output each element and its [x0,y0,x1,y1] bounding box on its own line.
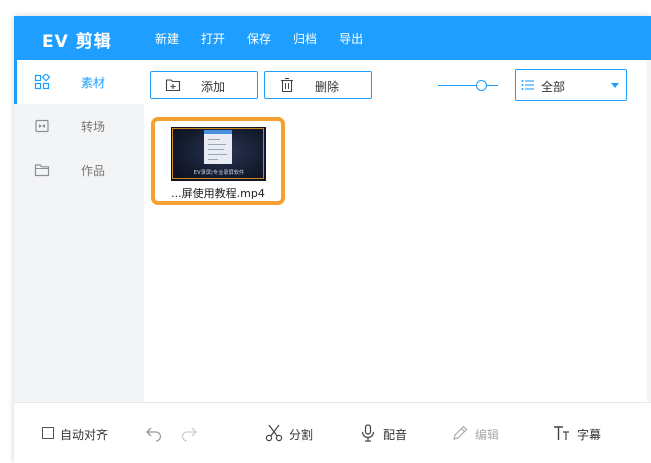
add-folder-icon [165,79,181,92]
zoom-slider[interactable] [438,76,500,96]
grid-icon [34,74,50,90]
dub-label: 配音 [383,428,408,442]
auto-align-checkbox[interactable] [42,427,54,439]
undo-icon[interactable] [145,424,163,442]
bottom-toolbar: 自动对齐 分割 配音 编辑 字幕 [14,402,651,463]
slider-track [438,85,498,86]
media-filename: ...屏使用教程.mp4 [171,187,265,200]
menu-open[interactable]: 打开 [201,30,225,47]
list-icon [521,80,534,90]
filter-select[interactable]: 全部 [515,69,627,101]
folder-icon [34,164,50,177]
sidebar-item-transitions[interactable]: 转场 [14,104,144,148]
add-button[interactable]: 添加 [150,71,258,99]
delete-button[interactable]: 删除 [264,71,372,99]
sidebar-item-label: 作品 [81,164,106,178]
media-panel: 添加 删除 全部 EV录屏|专业录屏软件 ...屏使用教程.mp4 [144,60,647,402]
redo-icon[interactable] [180,424,198,442]
caret-down-icon [611,83,619,88]
transition-icon [35,119,49,133]
sidebar-item-materials[interactable]: 素材 [14,60,144,104]
trash-icon [281,77,293,93]
title-bar: EV 剪辑 新建 打开 保存 归档 导出 [14,16,651,60]
media-item[interactable]: EV录屏|专业录屏软件 ...屏使用教程.mp4 [151,117,285,205]
filter-select-value: 全部 [541,80,566,94]
menu-bar: 新建 打开 保存 归档 导出 [155,30,385,47]
edit-label: 编辑 [475,428,500,442]
microphone-icon [361,424,375,442]
auto-align-label: 自动对齐 [60,428,109,442]
menu-save[interactable]: 保存 [247,30,271,47]
split-label: 分割 [289,428,314,442]
subtitle-label: 字幕 [577,428,602,442]
sidebar-item-label: 素材 [81,76,106,90]
text-size-icon [554,426,569,440]
menu-new[interactable]: 新建 [155,30,179,47]
menu-archive[interactable]: 归档 [293,30,317,47]
pencil-icon [453,425,468,440]
delete-button-label: 删除 [315,80,340,94]
scissors-icon [265,424,283,442]
app-title: EV 剪辑 [42,32,112,52]
slider-knob[interactable] [476,80,487,91]
app-window: EV 剪辑 新建 打开 保存 归档 导出 素材 转场 作品 添加 删除 全部 E… [14,16,651,463]
sidebar-item-works[interactable]: 作品 [14,148,144,192]
menu-export[interactable]: 导出 [339,30,363,47]
sidebar-item-label: 转场 [81,120,106,134]
sidebar: 素材 转场 作品 [14,60,144,402]
add-button-label: 添加 [201,80,226,94]
